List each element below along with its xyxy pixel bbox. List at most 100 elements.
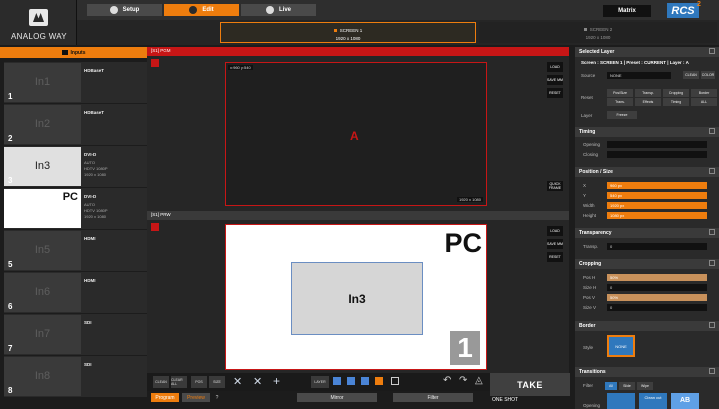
- collapse-icon[interactable]: [709, 128, 715, 134]
- load-button[interactable]: LOAD: [547, 62, 563, 72]
- load-button[interactable]: LOAD: [547, 226, 563, 236]
- program-canvas[interactable]: x:960 y:540 A 1920 x 1080: [225, 62, 487, 206]
- reset-border-button[interactable]: Border: [691, 89, 717, 97]
- layer-a-indicator[interactable]: [151, 223, 159, 231]
- redo-icon[interactable]: ↷: [459, 375, 467, 386]
- collapse-icon[interactable]: [709, 48, 715, 54]
- fit-screen-icon[interactable]: ✕: [233, 376, 242, 388]
- height-field[interactable]: 1080 px: [607, 212, 707, 219]
- tab-edit[interactable]: Edit: [164, 4, 239, 16]
- preview-tab[interactable]: Preview: [182, 393, 210, 402]
- transitions-section[interactable]: Transitions: [575, 367, 719, 377]
- border-style-none[interactable]: NONE: [607, 335, 635, 357]
- layer-front-icon[interactable]: [333, 377, 341, 385]
- filter-slide[interactable]: Slide: [619, 382, 635, 390]
- clean-button[interactable]: CLEAN: [153, 376, 169, 388]
- collapse-icon[interactable]: [709, 229, 715, 235]
- clean-source-button[interactable]: CLEAN: [683, 71, 699, 79]
- cropping-section[interactable]: Cropping: [575, 259, 719, 269]
- collapse-icon[interactable]: [709, 368, 715, 374]
- tab-setup[interactable]: Setup: [87, 4, 162, 16]
- selected-layer-section[interactable]: Selected Layer: [575, 47, 719, 57]
- input-1[interactable]: In1 1 HDBaseT: [4, 62, 147, 103]
- screen-1-tab[interactable]: SCREEN 1 1920 x 1080: [220, 22, 476, 43]
- width-field[interactable]: 1920 px: [607, 202, 707, 209]
- transition-ab[interactable]: AB: [671, 393, 699, 409]
- preview-canvas[interactable]: PC In3 1: [225, 224, 487, 370]
- size-v-field[interactable]: 0: [607, 304, 707, 311]
- pos-v-field[interactable]: 50%: [607, 294, 707, 301]
- input-3[interactable]: In3 3 DVI-D AUTO HDTV 1080P 1920 x 1080: [4, 146, 147, 187]
- reset-transp-button[interactable]: Transp.: [635, 89, 661, 97]
- program-tab[interactable]: Program: [151, 393, 179, 402]
- layer-a-indicator[interactable]: [151, 59, 159, 67]
- position-size-section[interactable]: Position / Size: [575, 167, 719, 177]
- input-name: DVI-D: [84, 194, 97, 199]
- timing-section[interactable]: Timing: [575, 127, 719, 137]
- layer-back-icon[interactable]: [347, 377, 355, 385]
- tab-live[interactable]: Live: [241, 4, 316, 16]
- input-7[interactable]: In7 7 SDI: [4, 314, 147, 355]
- mirror-button[interactable]: Mirror: [297, 393, 377, 402]
- reset-all-button[interactable]: ALL: [691, 98, 717, 106]
- duplicate-icon[interactable]: [375, 377, 383, 385]
- transp-field[interactable]: 0: [607, 243, 707, 250]
- pos-dropdown[interactable]: POS: [191, 376, 207, 388]
- color-button[interactable]: COLOR: [701, 71, 715, 79]
- align-icon[interactable]: [361, 377, 369, 385]
- reset-effects-button[interactable]: Effects: [635, 98, 661, 106]
- input-5[interactable]: In5 5 HDMI: [4, 230, 147, 271]
- pc-label: PC: [444, 228, 482, 258]
- layer-dropdown[interactable]: LAYER: [311, 376, 329, 388]
- opening-field[interactable]: [607, 141, 707, 148]
- input-8[interactable]: In8 8 SDI: [4, 356, 147, 397]
- screen-selector: SCREEN 1 1920 x 1080 SCREEN 2 1920 x 108…: [77, 20, 719, 45]
- transition-clean-cut[interactable]: Clean cut: [639, 393, 667, 409]
- fit-aspect-icon[interactable]: ✕: [253, 376, 262, 388]
- collapse-icon[interactable]: [709, 168, 715, 174]
- center-icon[interactable]: +: [273, 375, 280, 387]
- transparency-section[interactable]: Transparency: [575, 228, 719, 238]
- reset-cropping-button[interactable]: Cropping: [663, 89, 689, 97]
- history-icon[interactable]: ◬: [475, 375, 483, 386]
- reset-button[interactable]: RESET: [547, 88, 563, 98]
- border-section[interactable]: Border: [575, 321, 719, 331]
- transition-cut-thumb[interactable]: [607, 393, 635, 409]
- input-thumbnail: In6: [4, 273, 81, 312]
- collapse-icon[interactable]: [709, 322, 715, 328]
- logo-text: ANALOG WAY: [11, 32, 67, 41]
- y-field[interactable]: 540 px: [607, 192, 707, 199]
- size-h-field[interactable]: 0: [607, 284, 707, 291]
- x-field[interactable]: 960 px: [607, 182, 707, 189]
- help-icon[interactable]: ?: [213, 393, 221, 402]
- copy-icon[interactable]: [391, 377, 399, 385]
- reset-possize-button[interactable]: Pos/Size: [607, 89, 633, 97]
- filter-all[interactable]: All: [605, 382, 617, 390]
- size-dropdown[interactable]: SIZE: [209, 376, 225, 388]
- closing-field[interactable]: [607, 151, 707, 158]
- source-select[interactable]: NONE: [607, 72, 671, 79]
- screen-2-tab[interactable]: SCREEN 2 1920 x 1080: [479, 22, 717, 43]
- reset-trans-button[interactable]: Trans.: [607, 98, 633, 106]
- reset-button[interactable]: RESET: [547, 252, 563, 262]
- save-mm-button[interactable]: SAVE MM: [547, 239, 563, 249]
- filter-button[interactable]: Filter: [393, 393, 473, 402]
- pos-h-field[interactable]: 50%: [607, 274, 707, 281]
- matrix-button[interactable]: Matrix: [603, 5, 651, 17]
- take-button[interactable]: TAKE: [490, 373, 570, 396]
- layer-a-box[interactable]: In3: [291, 262, 423, 335]
- input-4[interactable]: PC 4 DVI-D AUTO HDTV 1080P 1920 x 1080: [4, 188, 147, 229]
- freeze-button[interactable]: Freeze: [607, 111, 637, 119]
- inputs-header[interactable]: Inputs: [0, 47, 147, 58]
- save-mm-button[interactable]: SAVE MM: [547, 75, 563, 85]
- undo-icon[interactable]: ↶: [443, 375, 451, 386]
- edit-icon: [189, 6, 198, 14]
- input-6[interactable]: In6 6 HDMI: [4, 272, 147, 313]
- input-info: AUTO HDTV 1080P 1920 x 1080: [84, 202, 108, 219]
- reset-timing-button[interactable]: Timing: [663, 98, 689, 106]
- quick-frame-button[interactable]: QUICK FRAME: [547, 181, 563, 191]
- input-2[interactable]: In2 2 HDBaseT: [4, 104, 147, 145]
- collapse-icon[interactable]: [709, 260, 715, 266]
- clear-all-button[interactable]: CLEAR ALL: [171, 376, 187, 388]
- filter-wipe[interactable]: Wipe: [637, 382, 653, 390]
